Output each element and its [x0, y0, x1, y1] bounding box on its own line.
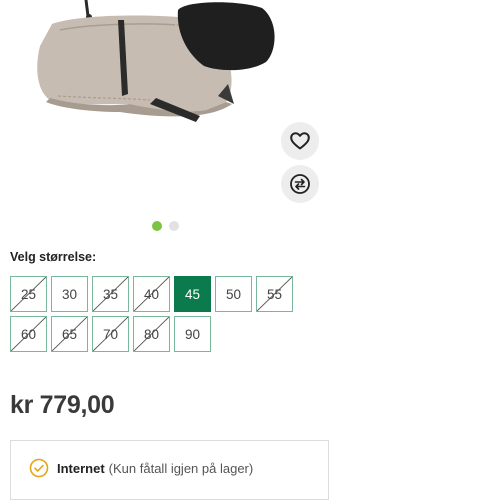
size-option-70[interactable]: 70: [92, 316, 129, 352]
product-image: [0, 0, 290, 130]
size-option-label: 25: [20, 286, 37, 302]
carousel-dot-1[interactable]: [152, 221, 162, 231]
size-option-label: 65: [61, 326, 78, 342]
favorite-button[interactable]: [281, 122, 319, 160]
size-selector: 25 30 35 40 45 50 55 60 65 70 80 90: [10, 276, 310, 356]
stock-note: (Kun fåtall igjen på lager): [108, 460, 254, 476]
size-option-25[interactable]: 25: [10, 276, 47, 312]
check-circle-icon: [29, 458, 49, 478]
size-option-label: 90: [184, 326, 201, 342]
size-option-label: 50: [225, 286, 242, 302]
size-option-label: 45: [184, 286, 201, 302]
size-option-label: 60: [20, 326, 37, 342]
size-option-label: 80: [143, 326, 160, 342]
size-option-label: 30: [61, 286, 78, 302]
size-option-30[interactable]: 30: [51, 276, 88, 312]
stock-line: Internet (Kun fåtall igjen på lager): [29, 458, 253, 478]
size-option-45[interactable]: 45: [174, 276, 211, 312]
size-option-40[interactable]: 40: [133, 276, 170, 312]
carousel-dots: [152, 221, 179, 231]
size-option-50[interactable]: 50: [215, 276, 252, 312]
stock-card: Internet (Kun fåtall igjen på lager): [10, 440, 329, 500]
size-option-label: 35: [102, 286, 119, 302]
carousel-dot-2[interactable]: [169, 221, 179, 231]
size-option-label: 55: [266, 286, 283, 302]
size-option-80[interactable]: 80: [133, 316, 170, 352]
size-row: 25 30 35 40 45 50 55: [10, 276, 310, 312]
compare-button[interactable]: [281, 165, 319, 203]
compare-arrows-icon: [290, 174, 310, 194]
size-option-90[interactable]: 90: [174, 316, 211, 352]
heart-icon: [290, 132, 310, 150]
dog-coat-illustration: [37, 0, 275, 122]
size-option-label: 70: [102, 326, 119, 342]
size-option-60[interactable]: 60: [10, 316, 47, 352]
size-option-35[interactable]: 35: [92, 276, 129, 312]
price: kr 779,00: [10, 391, 115, 419]
size-option-65[interactable]: 65: [51, 316, 88, 352]
size-row: 60 65 70 80 90: [10, 316, 310, 352]
size-option-label: 40: [143, 286, 160, 302]
stock-channel: Internet: [57, 460, 105, 476]
size-label: Velg størrelse:: [10, 250, 97, 264]
size-option-55[interactable]: 55: [256, 276, 293, 312]
